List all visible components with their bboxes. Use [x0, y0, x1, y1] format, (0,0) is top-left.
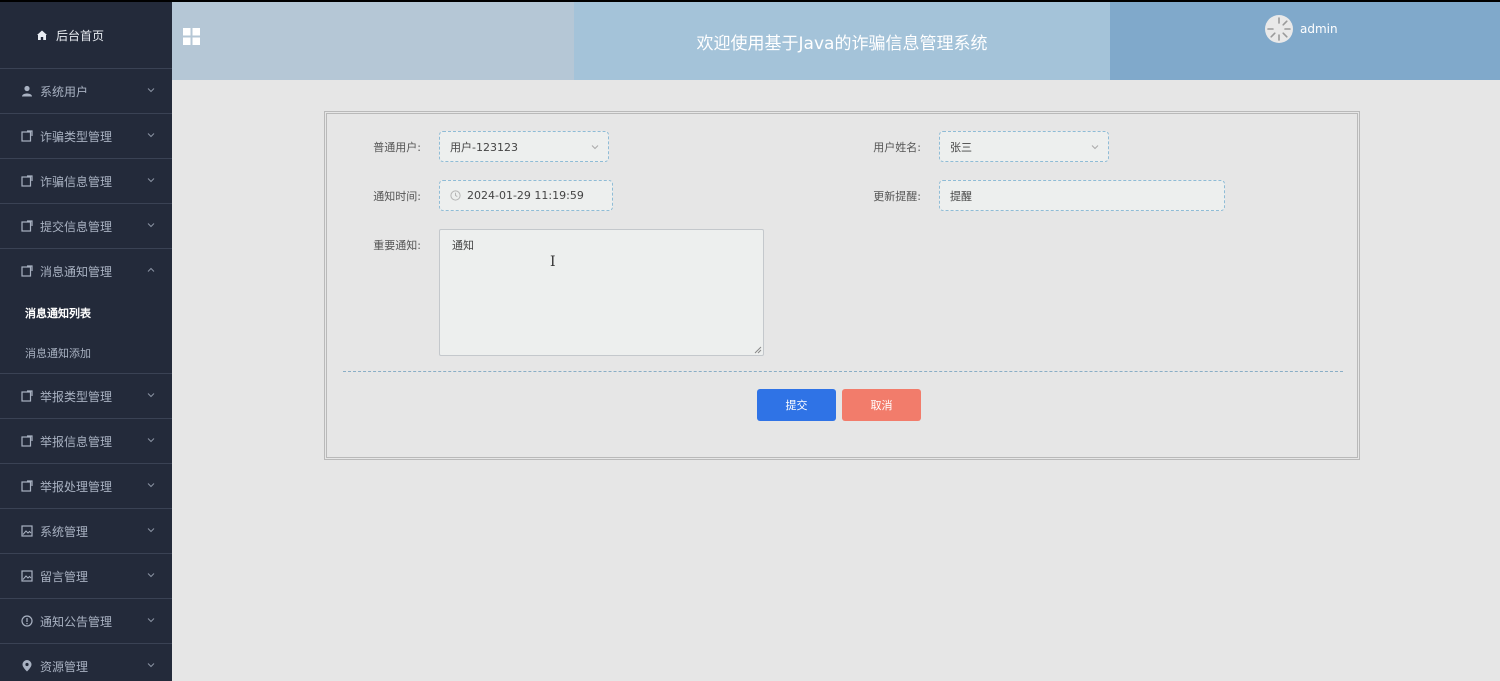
user-select-value: 用户-123123: [450, 140, 518, 154]
notice-label: 重要通知:: [373, 239, 421, 252]
resize-handle-icon[interactable]: [754, 346, 762, 354]
chevron-down-icon: [147, 483, 155, 488]
page-title: 欢迎使用基于Java的诈骗信息管理系统: [696, 33, 988, 54]
document-icon: [20, 175, 33, 188]
user-icon: [20, 85, 33, 98]
location-icon: [20, 660, 33, 673]
sidebar-item-report-info[interactable]: 举报信息管理: [0, 418, 172, 463]
notice-textarea[interactable]: 通知: [439, 229, 764, 356]
clock-icon: [450, 190, 461, 201]
sidebar-subitem-label: 消息通知添加: [25, 347, 91, 360]
sidebar-subitem-notification-add[interactable]: 消息通知添加: [0, 333, 172, 373]
remind-label: 更新提醒:: [873, 190, 921, 203]
notification-form-panel: 普通用户: 用户-123123 用户姓名: 张三 通知时间: 2024-01-2…: [324, 111, 1360, 460]
info-circle-icon: [20, 615, 33, 628]
document-icon: [20, 390, 33, 403]
user-select[interactable]: 用户-123123: [439, 131, 609, 162]
name-label: 用户姓名:: [873, 141, 921, 154]
sidebar-item-label: 诈骗类型管理: [40, 129, 113, 144]
chevron-down-icon: [147, 223, 155, 228]
user-menu[interactable]: admin: [1264, 14, 1338, 44]
document-icon: [20, 435, 33, 448]
time-picker[interactable]: 2024-01-29 11:19:59: [439, 180, 613, 211]
top-header: 欢迎使用基于Java的诈骗信息管理系统 admin: [172, 0, 1500, 80]
grid-menu-icon[interactable]: [183, 28, 200, 45]
remind-input-value: 提醒: [950, 189, 972, 203]
chevron-down-icon: [147, 528, 155, 533]
avatar-loading-icon: [1265, 15, 1293, 43]
sidebar-item-report-handling[interactable]: 举报处理管理: [0, 463, 172, 508]
sidebar-item-label: 系统用户: [40, 84, 89, 99]
sidebar-item-system-users[interactable]: 系统用户: [0, 68, 172, 113]
sidebar-item-submitted-info[interactable]: 提交信息管理: [0, 203, 172, 248]
chevron-down-icon: [591, 144, 599, 149]
time-label: 通知时间:: [373, 190, 421, 203]
time-picker-value: 2024-01-29 11:19:59: [467, 189, 584, 202]
picture-icon: [20, 570, 33, 583]
document-icon: [20, 130, 33, 143]
user-label: 普通用户:: [373, 141, 421, 154]
form-divider: [343, 371, 1343, 372]
submit-button[interactable]: 提交: [757, 389, 836, 421]
sidebar-item-label: 举报处理管理: [40, 479, 113, 494]
notice-textarea-value: 通知: [452, 239, 474, 252]
chevron-down-icon: [147, 393, 155, 398]
chevron-down-icon: [147, 178, 155, 183]
chevron-down-icon: [147, 438, 155, 443]
document-icon: [20, 480, 33, 493]
sidebar-item-label: 通知公告管理: [40, 614, 113, 629]
sidebar-item-label: 举报信息管理: [40, 434, 113, 449]
sidebar-item-label: 系统管理: [40, 524, 89, 539]
text-cursor-icon: I: [550, 254, 556, 270]
sidebar-subitem-label: 消息通知列表: [25, 307, 91, 320]
sidebar-item-report-types[interactable]: 举报类型管理: [0, 373, 172, 418]
sidebar-home[interactable]: 后台首页: [0, 2, 172, 68]
chevron-down-icon: [147, 133, 155, 138]
sidebar-item-label: 资源管理: [40, 659, 89, 674]
chevron-down-icon: [1091, 144, 1099, 149]
chevron-up-icon: [147, 267, 155, 272]
home-icon: [37, 30, 47, 40]
sidebar-item-label: 提交信息管理: [40, 219, 113, 234]
chevron-down-icon: [147, 573, 155, 578]
sidebar-item-fraud-types[interactable]: 诈骗类型管理: [0, 113, 172, 158]
sidebar-home-label: 后台首页: [56, 28, 105, 43]
sidebar-item-fraud-info[interactable]: 诈骗信息管理: [0, 158, 172, 203]
name-select-value: 张三: [950, 140, 972, 154]
sidebar-item-resources[interactable]: 资源管理: [0, 643, 172, 681]
sidebar-item-system-management[interactable]: 系统管理: [0, 508, 172, 553]
picture-icon: [20, 525, 33, 538]
sidebar-item-messages[interactable]: 留言管理: [0, 553, 172, 598]
chevron-down-icon: [147, 88, 155, 93]
sidebar-item-announcements[interactable]: 通知公告管理: [0, 598, 172, 643]
sidebar-item-label: 举报类型管理: [40, 389, 113, 404]
chevron-down-icon: [147, 618, 155, 623]
cancel-button[interactable]: 取消: [842, 389, 921, 421]
header-segment-left: [172, 2, 574, 80]
remind-input[interactable]: 提醒: [939, 180, 1225, 211]
sidebar: 后台首页 系统用户 诈骗类型管理 诈骗信息管理 提交信息管理 消息通知管理 消息…: [0, 0, 172, 681]
name-select[interactable]: 张三: [939, 131, 1109, 162]
username: admin: [1300, 22, 1338, 36]
sidebar-subitem-notification-list[interactable]: 消息通知列表: [0, 293, 172, 333]
sidebar-item-notifications[interactable]: 消息通知管理: [0, 248, 172, 293]
sidebar-item-label: 消息通知管理: [40, 264, 113, 279]
document-icon: [20, 265, 33, 278]
sidebar-item-label: 诈骗信息管理: [40, 174, 113, 189]
sidebar-item-label: 留言管理: [40, 569, 89, 584]
chevron-down-icon: [147, 663, 155, 668]
document-icon: [20, 220, 33, 233]
